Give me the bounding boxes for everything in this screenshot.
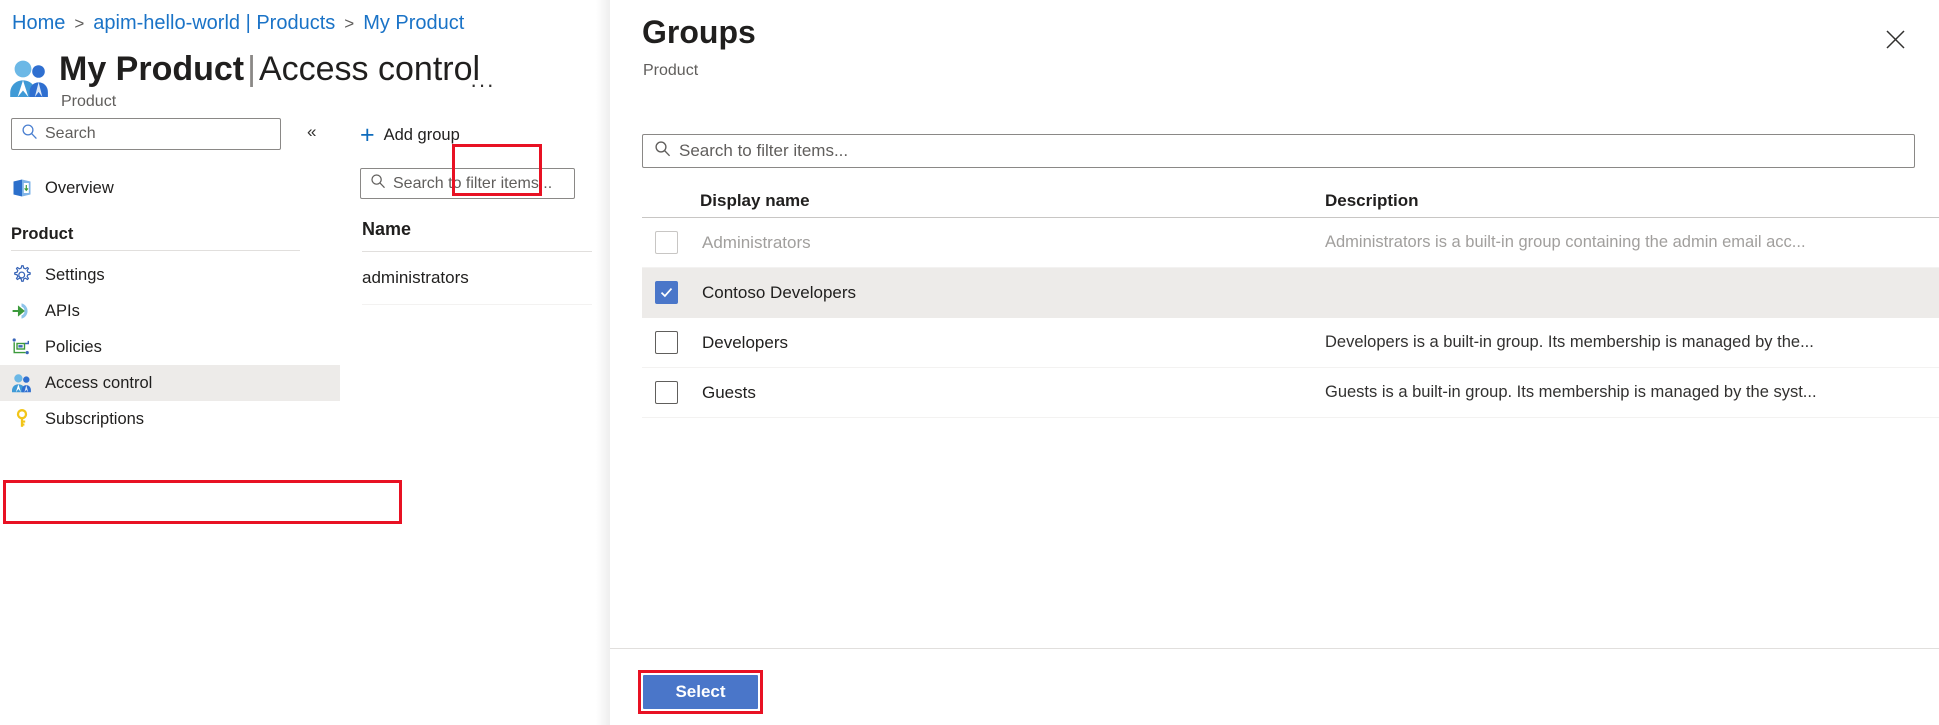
groups-filter-placeholder: Search to filter items...	[679, 141, 848, 161]
groups-panel-subtitle: Product	[643, 62, 698, 80]
groups-column-description: Description	[1325, 191, 1939, 211]
page-header: My Product|Access control Product	[8, 48, 480, 111]
azure-portal-screen: Home > apim-hello-world | Products > My …	[0, 0, 1939, 725]
annotation-box-access-control-nav	[3, 480, 402, 524]
access-control-row-administrators[interactable]: administrators	[362, 268, 604, 288]
overview-box-icon	[11, 177, 33, 199]
breadcrumb: Home > apim-hello-world | Products > My …	[12, 12, 464, 35]
apis-arrow-icon	[11, 300, 33, 322]
search-icon	[654, 140, 671, 162]
access-control-users-icon	[8, 57, 52, 101]
groups-row-display-name: Contoso Developers	[700, 283, 1325, 303]
groups-row-description: Guests is a built-in group. Its membersh…	[1325, 383, 1939, 402]
sidebar-search-placeholder: Search	[45, 125, 96, 143]
key-icon	[11, 408, 33, 430]
access-control-header-divider	[362, 251, 592, 252]
page-title-section: Access control	[259, 50, 480, 88]
search-icon	[21, 123, 38, 145]
panel-footer-divider	[610, 648, 1939, 649]
sidebar-nav: Search « Overview Product	[0, 118, 340, 437]
access-control-content: + Add group Search to filter items... Na…	[350, 118, 604, 305]
page-title-separator: |	[247, 50, 256, 88]
search-icon	[370, 173, 386, 194]
sidebar-item-access-control[interactable]: Access control	[0, 365, 340, 401]
access-control-blade: Home > apim-hello-world | Products > My …	[0, 0, 604, 725]
access-control-row-divider	[362, 304, 592, 305]
access-control-filter-input[interactable]: Search to filter items...	[360, 168, 575, 199]
sidebar-item-label: Subscriptions	[45, 410, 144, 429]
page-title: My Product|Access control	[59, 48, 480, 90]
sidebar-search-wrap: Search «	[11, 118, 328, 150]
sidebar-item-settings[interactable]: Settings	[0, 257, 340, 293]
sidebar-item-subscriptions[interactable]: Subscriptions	[0, 401, 340, 437]
groups-table-header: Display name Description	[642, 184, 1939, 218]
row-checkbox[interactable]	[655, 281, 678, 304]
groups-row-checkbox-cell[interactable]	[642, 281, 700, 304]
sidebar-collapse-button[interactable]: «	[307, 122, 316, 142]
table-row[interactable]: Contoso Developers	[642, 268, 1939, 318]
access-control-users-icon	[11, 372, 33, 394]
table-row: Administrators Administrators is a built…	[642, 218, 1939, 268]
breadcrumb-item-my-product[interactable]: My Product	[363, 12, 464, 35]
groups-panel: Groups Product Search to filter items...…	[610, 0, 1939, 725]
add-group-label: Add group	[384, 126, 460, 145]
page-more-menu-button[interactable]: ···	[470, 72, 495, 98]
sidebar-item-label: Access control	[45, 374, 152, 393]
panel-shadow	[596, 0, 610, 725]
groups-row-display-name: Developers	[700, 333, 1325, 353]
access-control-column-name: Name	[362, 219, 604, 240]
groups-row-checkbox-cell[interactable]	[642, 331, 700, 354]
gear-icon	[11, 264, 33, 286]
sidebar-search-input[interactable]: Search	[11, 118, 281, 150]
sidebar-item-policies[interactable]: Policies	[0, 329, 340, 365]
select-button[interactable]: Select	[643, 675, 758, 709]
sidebar-group-title: Product	[0, 225, 340, 244]
groups-table: Display name Description Administrators …	[642, 184, 1939, 418]
groups-row-description: Developers is a built-in group. Its memb…	[1325, 333, 1939, 352]
row-checkbox[interactable]	[655, 331, 678, 354]
close-icon[interactable]	[1879, 23, 1911, 55]
row-checkbox[interactable]	[655, 381, 678, 404]
breadcrumb-item-home[interactable]: Home	[12, 12, 65, 35]
page-subtitle: Product	[61, 93, 480, 111]
plus-icon: +	[360, 123, 375, 148]
sidebar-item-overview[interactable]: Overview	[0, 170, 340, 206]
groups-row-checkbox-cell	[642, 231, 700, 254]
groups-panel-title: Groups	[642, 14, 756, 51]
groups-row-checkbox-cell[interactable]	[642, 381, 700, 404]
access-control-filter-placeholder: Search to filter items...	[393, 175, 552, 193]
sidebar-item-label: Overview	[45, 179, 114, 198]
breadcrumb-separator-icon: >	[74, 14, 84, 34]
breadcrumb-item-apim-products[interactable]: apim-hello-world | Products	[93, 12, 335, 35]
sidebar-item-apis[interactable]: APIs	[0, 293, 340, 329]
groups-column-display-name: Display name	[700, 191, 1325, 211]
policies-flow-icon	[11, 336, 33, 358]
table-row[interactable]: Guests Guests is a built-in group. Its m…	[642, 368, 1939, 418]
sidebar-item-label: Policies	[45, 338, 102, 357]
groups-row-display-name: Guests	[700, 383, 1325, 403]
breadcrumb-separator-icon: >	[344, 14, 354, 34]
sidebar-divider	[11, 250, 300, 251]
groups-filter-input[interactable]: Search to filter items...	[642, 134, 1915, 168]
table-row[interactable]: Developers Developers is a built-in grou…	[642, 318, 1939, 368]
page-title-resource: My Product	[59, 50, 244, 88]
row-checkbox	[655, 231, 678, 254]
groups-row-display-name: Administrators	[700, 233, 1325, 253]
sidebar-item-label: Settings	[45, 266, 105, 285]
add-group-button[interactable]: + Add group	[350, 118, 472, 152]
groups-row-description: Administrators is a built-in group conta…	[1325, 233, 1939, 252]
sidebar-item-label: APIs	[45, 302, 80, 321]
